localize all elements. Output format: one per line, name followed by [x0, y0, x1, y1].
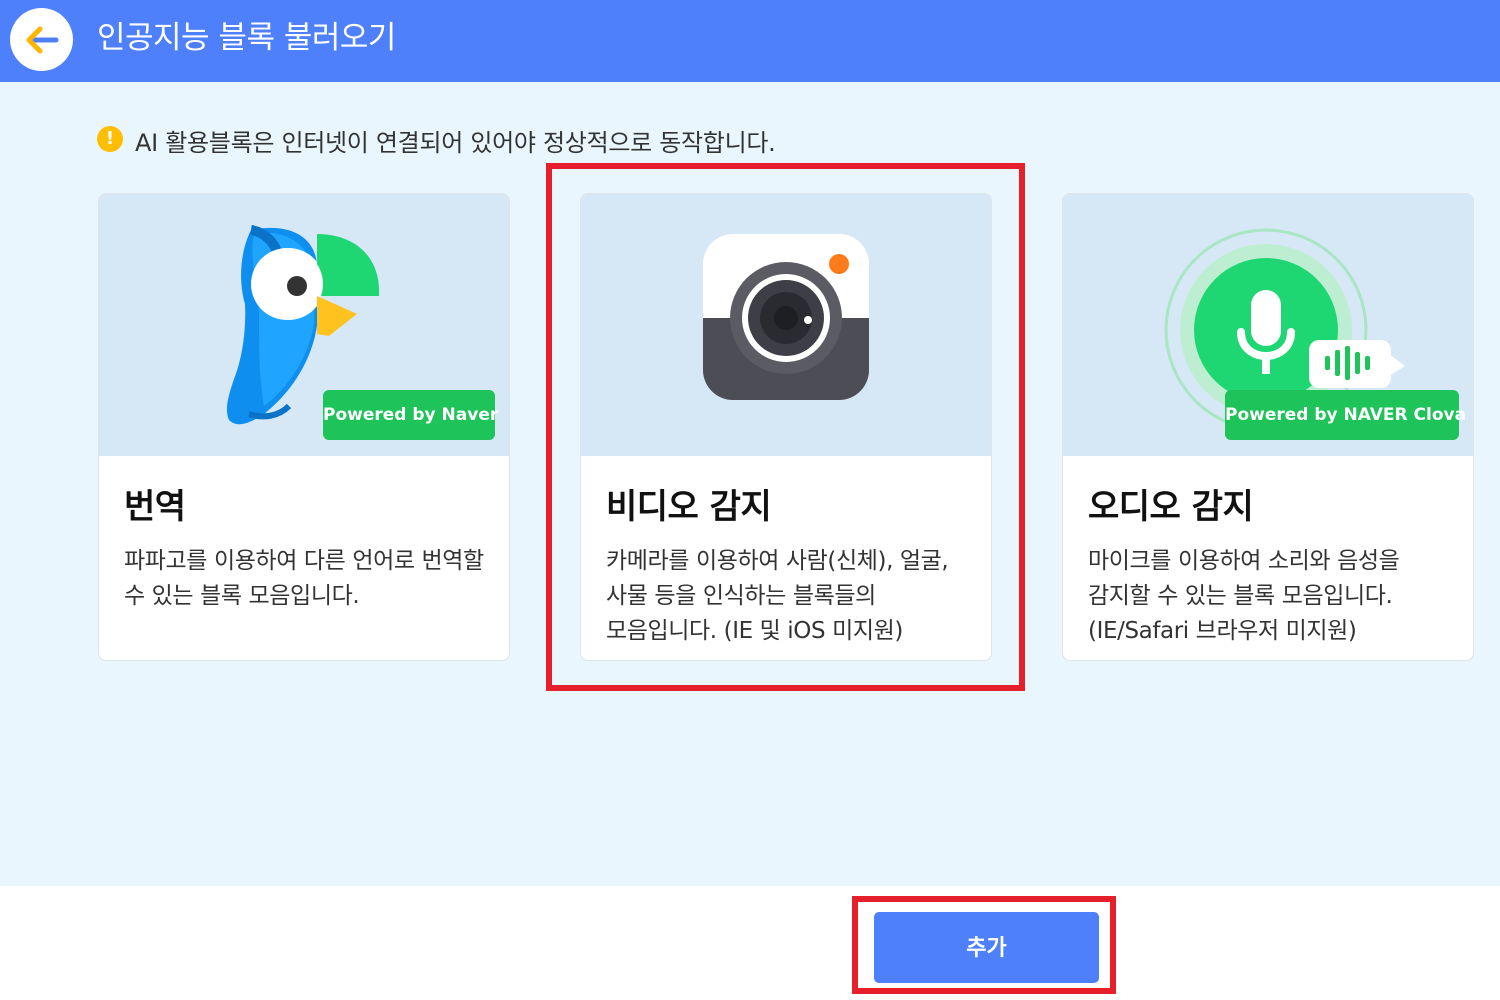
warning-icon: !	[97, 126, 123, 152]
card-title: 비디오 감지	[606, 487, 772, 527]
back-button[interactable]	[10, 8, 73, 71]
card-translation[interactable]: Powered by Naver 번역 파파고를 이용하여 다른 언어로 번역할…	[98, 193, 510, 661]
notice-text: AI 활용블록은 인터넷이 연결되어 있어야 정상적으로 동작합니다.	[135, 129, 776, 157]
card-image: Powered by NAVER Clova	[1063, 194, 1473, 456]
powered-by-badge: Powered by Naver	[323, 390, 498, 440]
card-description: 파파고를 이용하여 다른 언어로 번역할 수 있는 블록 모음입니다.	[124, 548, 484, 609]
card-body: 번역 파파고를 이용하여 다른 언어로 번역할 수 있는 블록 모음입니다.	[99, 456, 509, 660]
card-body: 비디오 감지 카메라를 이용하여 사람(신체), 얼굴, 사물 등을 인식하는 …	[581, 456, 991, 660]
card-title: 오디오 감지	[1088, 487, 1254, 527]
powered-by-badge: Powered by NAVER Clova	[1225, 390, 1466, 440]
card-image	[581, 194, 991, 456]
card-title: 번역	[124, 487, 186, 527]
card-description: 마이크를 이용하여 소리와 음성을 감지할 수 있는 블록 모음입니다. (IE…	[1088, 548, 1400, 644]
footer-bar	[0, 886, 1500, 1000]
card-body: 오디오 감지 마이크를 이용하여 소리와 음성을 감지할 수 있는 블록 모음입…	[1063, 456, 1473, 660]
card-description: 카메라를 이용하여 사람(신체), 얼굴, 사물 등을 인식하는 블록들의 모음…	[606, 548, 949, 644]
header-bar: 인공지능 블록 불러오기	[0, 0, 1500, 82]
camera-icon	[703, 234, 869, 400]
add-button[interactable]: 추가	[874, 912, 1099, 983]
card-image: Powered by Naver	[99, 194, 509, 456]
card-audio-detection[interactable]: Powered by NAVER Clova 오디오 감지 마이크를 이용하여 …	[1062, 193, 1474, 661]
arrow-left-icon	[26, 26, 59, 54]
page-title: 인공지능 블록 불러오기	[97, 20, 396, 56]
card-video-detection[interactable]: 비디오 감지 카메라를 이용하여 사람(신체), 얼굴, 사물 등을 인식하는 …	[580, 193, 992, 661]
